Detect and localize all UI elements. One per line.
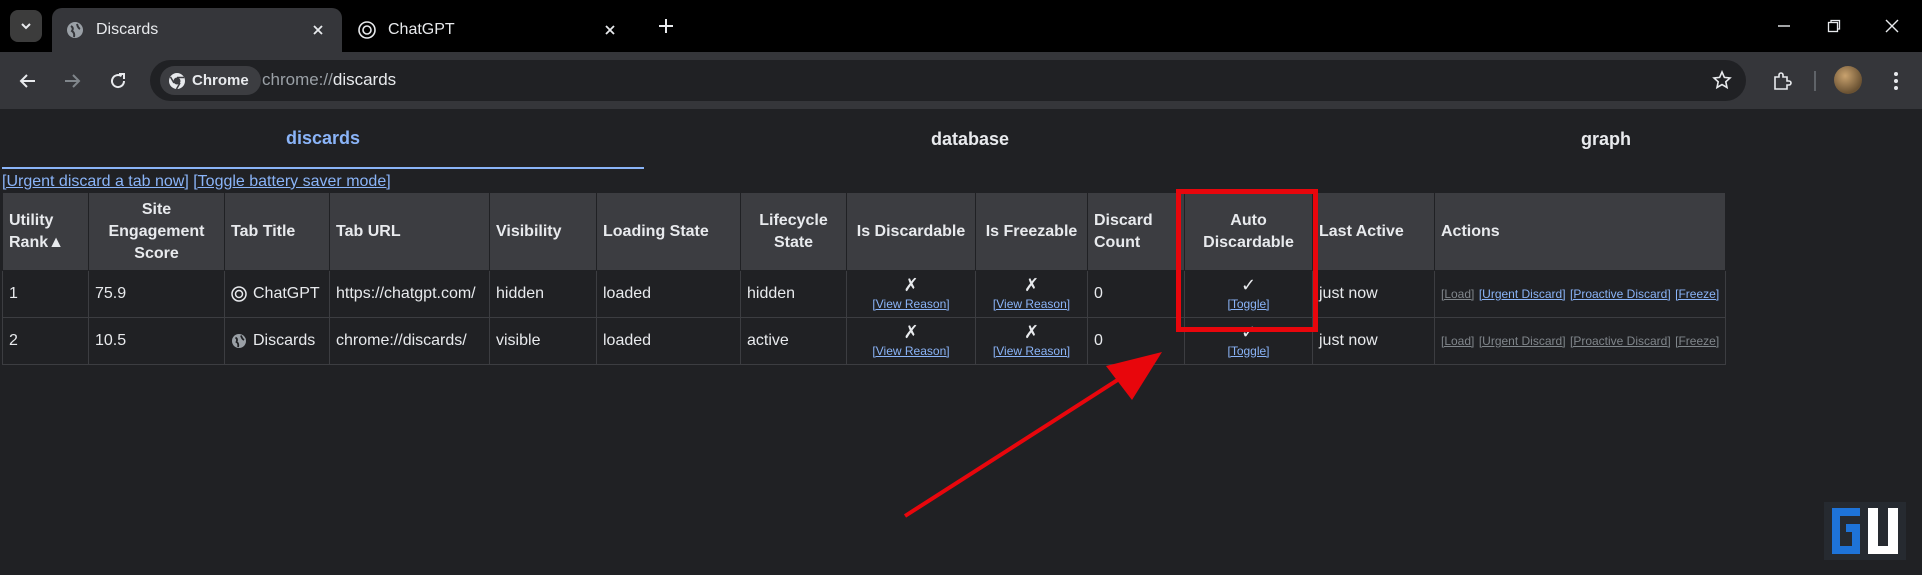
annotation-arrow [903, 352, 1162, 518]
watermark-logo [1824, 502, 1906, 560]
